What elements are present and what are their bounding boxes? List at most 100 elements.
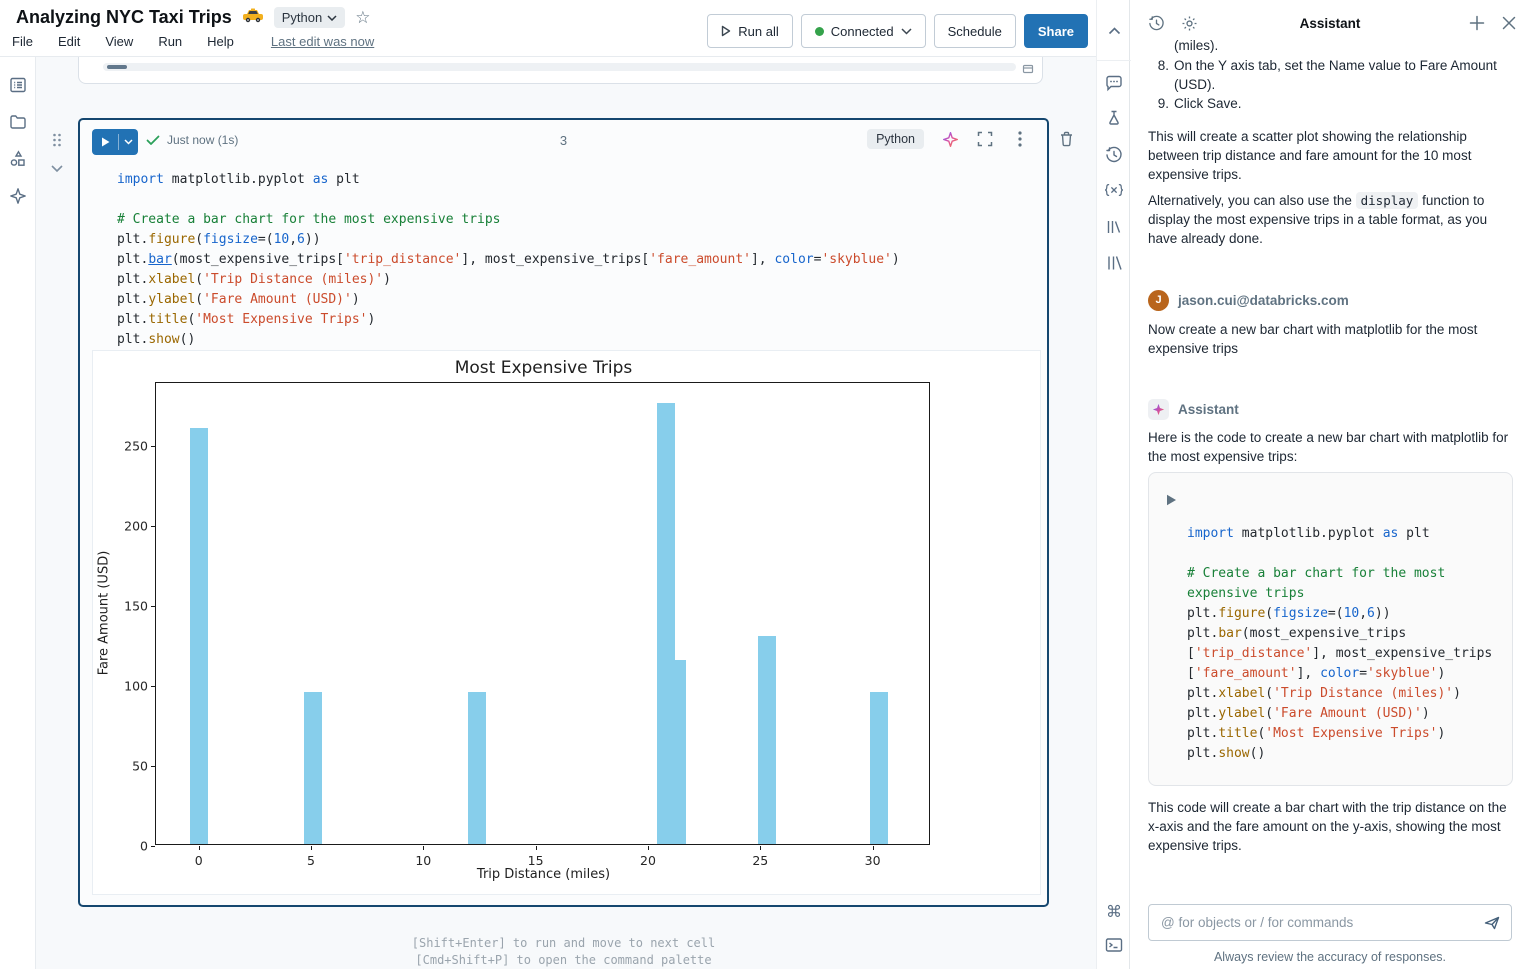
x-tick-label: 20: [640, 853, 656, 868]
code-line: expensive trips: [1187, 584, 1492, 604]
cell-language-pill[interactable]: Python: [867, 129, 924, 149]
collapse-chevron-icon[interactable]: [1105, 22, 1123, 40]
notebook-canvas: Just now (1s) 3 Python: [36, 57, 1096, 969]
rail-divider: [1097, 60, 1131, 61]
x-tick-mark: [423, 846, 424, 850]
code-line: plt.xlabel('Trip Distance (miles)'): [117, 270, 900, 290]
run-code-play-icon[interactable]: [1166, 494, 1177, 509]
paragraph-text: Alternatively, you can also use the: [1148, 193, 1356, 208]
shortcut-hint: [Cmd+Shift+P] to open the command palett…: [78, 952, 1049, 969]
terminal-icon[interactable]: [1105, 936, 1123, 954]
libraries-icon[interactable]: [1105, 218, 1123, 236]
schedule-button[interactable]: Schedule: [934, 14, 1016, 48]
cell-toolbar: Just now (1s) 3 Python: [80, 120, 1047, 164]
code-line: plt.bar(most_expensive_trips['trip_dista…: [117, 250, 900, 270]
y-tick-mark: [151, 526, 155, 527]
left-sidebar: [0, 57, 36, 969]
previous-cell-partial: [78, 57, 1043, 84]
shortcut-hint: [Shift+Enter] to run and move to next ce…: [78, 935, 1049, 952]
y-tick-mark: [151, 766, 155, 767]
horizontal-scrollbar[interactable]: [103, 63, 1016, 71]
y-tick-label: 200: [124, 518, 148, 533]
experiments-icon[interactable]: [1105, 109, 1123, 127]
menu-item-file[interactable]: File: [12, 34, 33, 49]
favorite-star-icon[interactable]: ☆: [355, 9, 370, 26]
language-label: Python: [282, 10, 322, 25]
keyboard-shortcut-hints: [Shift+Enter] to run and move to next ce…: [78, 935, 1049, 969]
y-tick-label: 250: [124, 438, 148, 453]
table-of-contents-icon[interactable]: [8, 75, 28, 95]
command-palette-icon[interactable]: ⌘: [1105, 903, 1123, 921]
chart-plot-area: 051015202530050100150200250: [155, 382, 930, 845]
cell-output: Most Expensive Trips 0510152025300501001…: [92, 350, 1041, 895]
code-line: plt.title('Most Expensive Trips'): [1187, 724, 1492, 744]
folder-icon[interactable]: [8, 112, 28, 132]
assistant-code-lines: import matplotlib.pyplot as plt # Create…: [1187, 524, 1492, 764]
user-avatar: J: [1148, 290, 1169, 311]
code-line: plt.figure(figsize=(10,6)): [117, 230, 900, 250]
assistant-sparkle-icon[interactable]: [8, 186, 28, 206]
share-button[interactable]: Share: [1024, 14, 1088, 48]
assistant-disclaimer: Always review the accuracy of responses.: [1148, 948, 1512, 967]
bar: [468, 692, 486, 844]
bar: [758, 636, 776, 844]
assistant-list-item: 8.On the Y axis tab, set the Name value …: [1148, 56, 1512, 94]
code-line: [1187, 544, 1492, 564]
code-editor[interactable]: import matplotlib.pyplot as plt # Create…: [117, 164, 900, 350]
new-chat-plus-icon[interactable]: [1467, 13, 1487, 33]
run-all-label: Run all: [738, 24, 778, 39]
assistant-numbered-list: 8.On the Y axis tab, set the Name value …: [1148, 56, 1512, 113]
assistant-list-item: 9.Click Save.: [1148, 94, 1512, 113]
cell-collapse-chevron-icon[interactable]: [50, 160, 64, 178]
y-tick-mark: [151, 686, 155, 687]
databricks-notebook-app: Analyzing NYC Taxi Trips Python ☆ FileEd…: [0, 0, 1530, 969]
table-options-icon[interactable]: [1022, 62, 1034, 80]
notebook-header: Analyzing NYC Taxi Trips Python ☆ FileEd…: [0, 0, 1096, 57]
menu-item-view[interactable]: View: [105, 34, 133, 49]
y-tick-mark: [151, 846, 155, 847]
x-tick-mark: [536, 846, 537, 850]
comments-icon[interactable]: [1105, 74, 1123, 92]
assistant-reply-intro: Here is the code to create a new bar cha…: [1148, 428, 1512, 466]
last-edit-link[interactable]: Last edit was now: [271, 34, 374, 49]
user-email: jason.cui@databricks.com: [1178, 291, 1349, 310]
assistant-prompt-input[interactable]: [1161, 905, 1471, 940]
code-line: ['trip_distance'], most_expensive_trips: [1187, 644, 1492, 664]
assistant-message-header: Assistant: [1148, 399, 1512, 420]
cell-drag-handle-icon[interactable]: [50, 132, 64, 153]
x-tick-label: 25: [752, 853, 768, 868]
kebab-menu-icon[interactable]: [1011, 130, 1029, 148]
connected-label: Connected: [831, 24, 894, 39]
bar: [668, 660, 686, 844]
code-cell: Just now (1s) 3 Python: [78, 118, 1049, 907]
catalog-icon[interactable]: [8, 149, 28, 169]
lineage-icon[interactable]: [1105, 254, 1123, 272]
code-line: # Create a bar chart for the most: [1187, 564, 1492, 584]
x-tick-mark: [873, 846, 874, 850]
chart-y-axis-label: Fare Amount (USD): [97, 551, 112, 676]
delete-cell-trash-icon[interactable]: [1058, 130, 1075, 153]
x-tick-mark: [760, 846, 761, 850]
menu-item-run[interactable]: Run: [158, 34, 182, 49]
connected-cluster-button[interactable]: Connected: [801, 14, 926, 48]
history-icon[interactable]: [1105, 146, 1123, 164]
bar-chart-output: Most Expensive Trips 0510152025300501001…: [93, 351, 1040, 894]
scrollbar-thumb[interactable]: [107, 65, 127, 69]
menu-bar: File Edit View Run Help Last edit was now: [12, 34, 374, 49]
chevron-down-icon: [327, 15, 337, 21]
x-tick-label: 5: [307, 853, 315, 868]
bar: [304, 692, 322, 844]
bar: [870, 692, 888, 844]
assistant-paragraph: This will create a scatter plot showing …: [1148, 127, 1512, 184]
variables-icon[interactable]: [1105, 181, 1123, 199]
notebook-language-selector[interactable]: Python: [274, 7, 345, 28]
close-icon[interactable]: [1499, 13, 1519, 33]
assistant-sparkle-icon: [1148, 399, 1169, 420]
cell-assistant-sparkle-icon[interactable]: [941, 130, 959, 148]
assistant-panel: Assistant (miles). 8.On the Y axis tab, …: [1130, 0, 1530, 969]
run-all-button[interactable]: Run all: [707, 14, 792, 48]
send-icon[interactable]: [1483, 914, 1501, 935]
menu-item-edit[interactable]: Edit: [58, 34, 80, 49]
expand-cell-icon[interactable]: [976, 130, 994, 148]
menu-item-help[interactable]: Help: [207, 34, 234, 49]
